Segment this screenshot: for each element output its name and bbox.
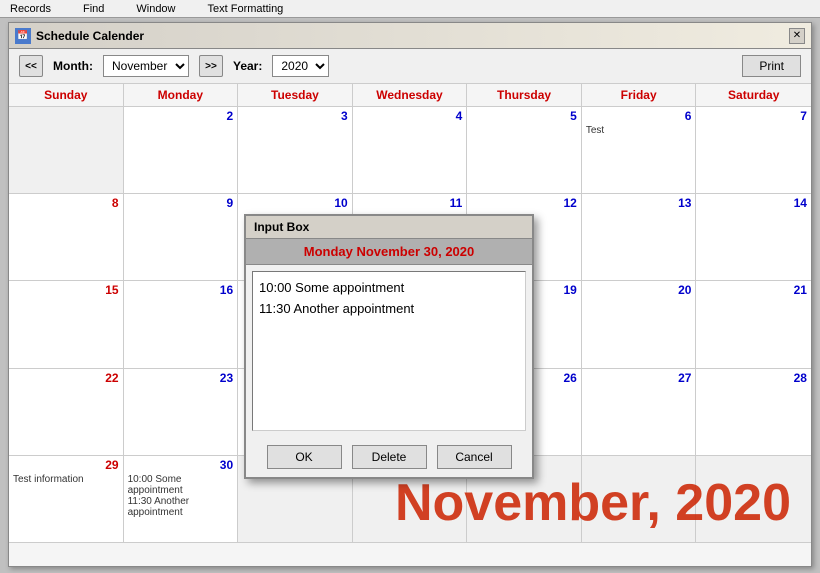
appointment-line-2: 11:30 Another appointment	[259, 299, 519, 320]
year-label: Year:	[233, 59, 262, 73]
title-bar-left: 📅 Schedule Calender	[15, 28, 144, 44]
menu-records[interactable]: Records	[4, 3, 57, 15]
appointment-line-1: 10:00 Some appointment	[259, 278, 519, 299]
print-button[interactable]: Print	[742, 55, 801, 77]
ok-button[interactable]: OK	[267, 445, 342, 469]
dialog-overlay: Input Box Monday November 30, 2020 10:00…	[9, 84, 811, 543]
menu-text-formatting[interactable]: Text Formatting	[202, 3, 290, 15]
menu-bar: Records Find Window Text Formatting	[0, 0, 820, 18]
dialog-body[interactable]: 10:00 Some appointment 11:30 Another app…	[252, 271, 526, 431]
toolbar: << Month: November >> Year: 2020 Print	[9, 49, 811, 84]
dialog-header: Monday November 30, 2020	[246, 239, 532, 265]
title-bar: 📅 Schedule Calender ✕	[9, 23, 811, 49]
next-month-button[interactable]: >>	[199, 55, 223, 77]
cancel-button[interactable]: Cancel	[437, 445, 512, 469]
window-icon: 📅	[15, 28, 31, 44]
month-select[interactable]: November	[103, 55, 189, 77]
dialog-buttons: OK Delete Cancel	[246, 437, 532, 477]
close-button[interactable]: ✕	[789, 28, 805, 44]
prev-month-button[interactable]: <<	[19, 55, 43, 77]
delete-button[interactable]: Delete	[352, 445, 427, 469]
year-select[interactable]: 2020	[272, 55, 329, 77]
menu-window[interactable]: Window	[130, 3, 181, 15]
calendar-body: Sunday Monday Tuesday Wednesday Thursday…	[9, 84, 811, 543]
input-dialog: Input Box Monday November 30, 2020 10:00…	[244, 214, 534, 479]
month-label: Month:	[53, 59, 93, 73]
dialog-title: Input Box	[246, 216, 532, 239]
main-window: 📅 Schedule Calender ✕ << Month: November…	[8, 22, 812, 567]
menu-find[interactable]: Find	[77, 3, 110, 15]
window-title: Schedule Calender	[36, 29, 144, 43]
